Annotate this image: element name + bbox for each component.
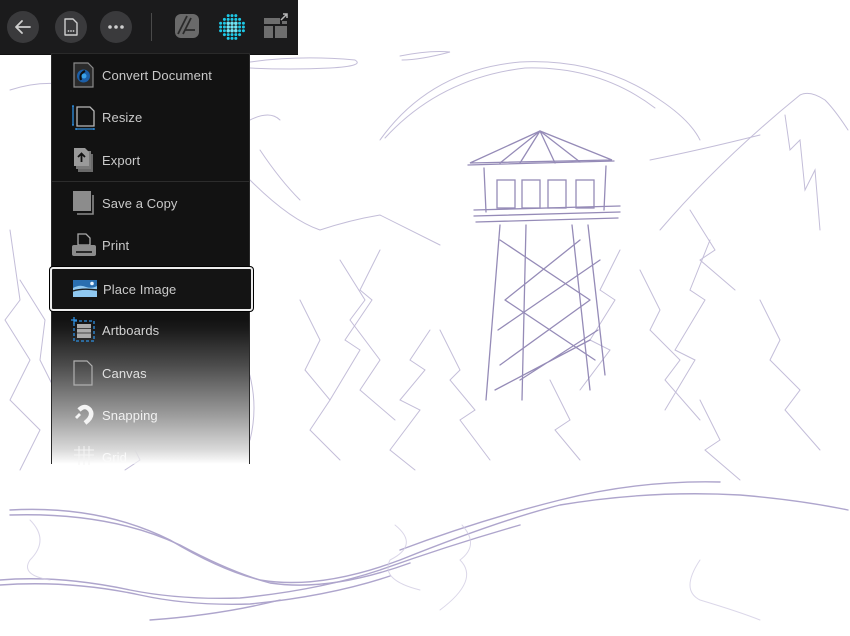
pixel-grid-icon bbox=[219, 14, 245, 40]
menu-item-canvas[interactable]: Canvas bbox=[52, 352, 249, 394]
menu-item-resize[interactable]: Resize bbox=[52, 96, 249, 138]
menu-item-save-a-copy[interactable]: Save a Copy bbox=[52, 182, 249, 224]
menu-item-grid[interactable]: Grid bbox=[52, 436, 249, 478]
export-persona-button[interactable] bbox=[262, 12, 292, 42]
document-icon bbox=[64, 18, 78, 36]
canvas-icon bbox=[73, 360, 93, 386]
export-icon bbox=[74, 148, 93, 172]
menu-item-place-image[interactable]: Place Image bbox=[50, 267, 253, 311]
resize-icon bbox=[72, 105, 95, 130]
ellipsis-icon bbox=[108, 25, 124, 29]
more-options-button[interactable] bbox=[100, 11, 132, 43]
affinity-designer-icon bbox=[175, 14, 199, 38]
menu-item-label: Grid bbox=[102, 449, 127, 465]
menu-item-label: Export bbox=[102, 152, 141, 168]
menu-item-label: Artboards bbox=[102, 322, 160, 338]
menu-item-label: Print bbox=[102, 237, 130, 253]
menu-item-label: Convert Document bbox=[102, 67, 212, 83]
artboards-icon bbox=[71, 317, 95, 342]
menu-item-label: Resize bbox=[102, 109, 143, 125]
document-menu-button[interactable] bbox=[55, 11, 87, 43]
printer-icon bbox=[72, 233, 96, 256]
magnet-icon bbox=[75, 404, 94, 425]
save-copy-icon bbox=[73, 191, 94, 215]
document-dropdown-menu: Convert Document Resize Export Save a Co… bbox=[50, 53, 253, 465]
menu-item-label: Snapping bbox=[102, 407, 158, 423]
pixel-persona-button[interactable] bbox=[217, 12, 247, 42]
menu-item-label: Save a Copy bbox=[102, 195, 178, 211]
sketch-ground bbox=[0, 481, 849, 621]
menu-item-label: Canvas bbox=[102, 365, 147, 381]
menu-item-artboards[interactable]: Artboards bbox=[52, 309, 249, 351]
menu-item-export[interactable]: Export bbox=[52, 139, 249, 181]
menu-item-print[interactable]: Print bbox=[52, 224, 249, 266]
sketch-light-strokes bbox=[27, 519, 761, 621]
sketch-tower bbox=[467, 130, 621, 401]
export-persona-icon bbox=[264, 13, 288, 38]
toolbar-divider bbox=[151, 13, 152, 41]
top-toolbar bbox=[0, 0, 298, 55]
back-button[interactable] bbox=[7, 11, 39, 43]
place-image-icon bbox=[72, 280, 98, 297]
arrow-left-icon bbox=[15, 20, 31, 34]
grid-icon bbox=[74, 446, 94, 465]
designer-persona-button[interactable] bbox=[173, 12, 203, 42]
convert-document-icon bbox=[73, 62, 94, 88]
menu-item-label: Place Image bbox=[103, 281, 177, 297]
menu-item-convert-document[interactable]: Convert Document bbox=[52, 54, 249, 96]
menu-item-snapping[interactable]: Snapping bbox=[52, 394, 249, 436]
